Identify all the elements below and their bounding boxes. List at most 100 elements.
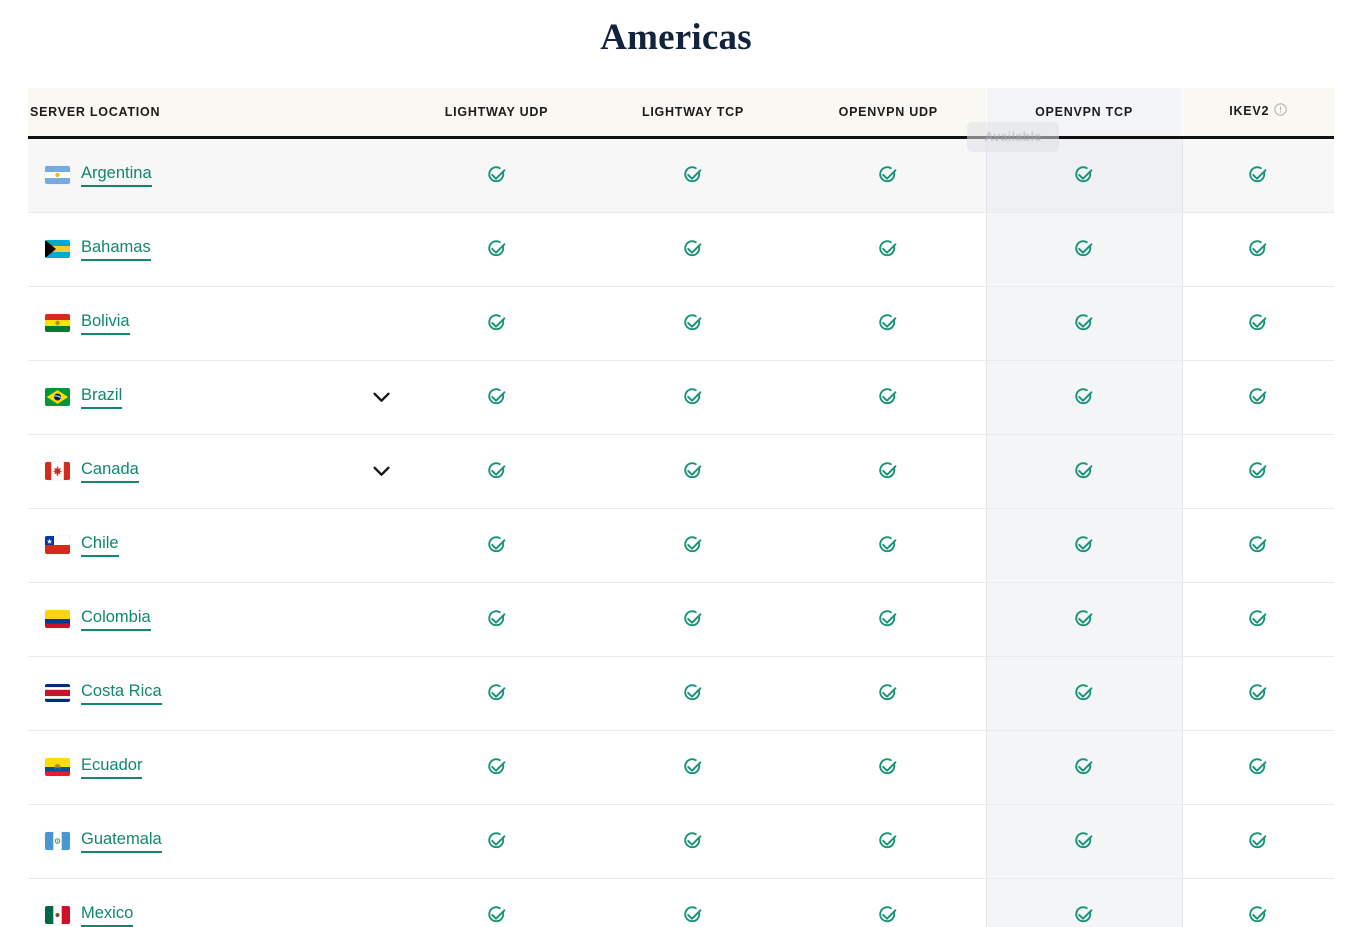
- check-circle-icon: [1248, 683, 1268, 703]
- cell-openvpn_tcp: [985, 434, 1183, 509]
- table-row[interactable]: Argentina: [28, 137, 1334, 213]
- check-circle-icon: [1074, 387, 1094, 407]
- country-link[interactable]: Argentina: [81, 164, 152, 187]
- table-row[interactable]: Canada: [28, 434, 1334, 509]
- flag-colombia: [45, 610, 70, 628]
- check-circle-icon: [878, 831, 898, 851]
- cell-ikev2: [1182, 508, 1334, 583]
- cell-lightway_udp: [398, 434, 595, 509]
- table-row[interactable]: Bahamas: [28, 212, 1334, 287]
- cell-openvpn_tcp: [985, 582, 1183, 657]
- column-header-label: OPENVPN UDP: [838, 104, 938, 119]
- expand-row-button[interactable]: [364, 454, 398, 488]
- column-header-lightway_udp[interactable]: LIGHTWAY UDP: [398, 88, 595, 139]
- check-circle-icon: [1248, 239, 1268, 259]
- cell-lightway_tcp: [595, 286, 791, 361]
- check-circle-icon: [878, 461, 898, 481]
- check-circle-icon: [1074, 239, 1094, 259]
- check-circle-icon: [487, 683, 507, 703]
- expand-spacer: [364, 602, 398, 636]
- check-circle-icon: [1074, 535, 1094, 555]
- cell-lightway_udp: [398, 582, 595, 657]
- column-header-ikev2[interactable]: IKEV2: [1182, 88, 1334, 139]
- check-circle-icon: [683, 239, 703, 259]
- country-link[interactable]: Mexico: [81, 904, 134, 927]
- check-circle-icon: [1248, 387, 1268, 407]
- check-circle-icon: [1074, 757, 1094, 777]
- check-circle-icon: [878, 683, 898, 703]
- flag-guatemala: [45, 832, 70, 850]
- table-row[interactable]: Guatemala: [28, 804, 1334, 879]
- check-circle-icon: [1074, 313, 1094, 333]
- table-row[interactable]: Bolivia: [28, 286, 1334, 361]
- column-header-lightway_tcp[interactable]: LIGHTWAY TCP: [595, 88, 791, 139]
- cell-openvpn_tcp: [985, 360, 1183, 435]
- check-circle-icon: [1074, 461, 1094, 481]
- flag-canada: [45, 462, 70, 480]
- check-circle-icon: [487, 461, 507, 481]
- expand-spacer: [364, 306, 398, 340]
- check-circle-icon: [683, 609, 703, 629]
- table-row[interactable]: Brazil: [28, 360, 1334, 435]
- cell-lightway_tcp: [595, 730, 791, 805]
- flag-mexico: [45, 906, 70, 924]
- cell-openvpn_tcp: [985, 804, 1183, 879]
- flag-ecuador: [45, 758, 70, 776]
- cell-lightway_udp: [398, 804, 595, 879]
- expand-row-button[interactable]: [364, 380, 398, 414]
- cell-openvpn_tcp: [985, 137, 1183, 213]
- column-header-location[interactable]: SERVER LOCATION: [28, 88, 398, 139]
- table-row[interactable]: Chile: [28, 508, 1334, 583]
- check-circle-icon: [487, 535, 507, 555]
- table-header: SERVER LOCATION LIGHTWAY UDP LIGHTWAY TCP O…: [28, 88, 1334, 139]
- country-link[interactable]: Canada: [81, 460, 139, 483]
- check-circle-icon: [1074, 831, 1094, 851]
- column-header-openvpn_tcp[interactable]: OPENVPN TCP: [986, 88, 1182, 139]
- table-row[interactable]: Ecuador: [28, 730, 1334, 805]
- check-circle-icon: [683, 831, 703, 851]
- cell-openvpn_tcp: [985, 212, 1183, 287]
- check-circle-icon: [487, 165, 507, 185]
- cell-server-location: Brazil: [28, 360, 398, 435]
- server-locations-page: Americas SERVER LOCATION LIGHTWAY UDP LIGH…: [0, 0, 1352, 927]
- cell-ikev2: [1182, 582, 1334, 657]
- cell-server-location: Bahamas: [28, 212, 398, 287]
- cell-ikev2: [1182, 137, 1334, 213]
- country-link[interactable]: Colombia: [81, 608, 151, 631]
- cell-lightway_tcp: [595, 582, 791, 657]
- expand-spacer: [364, 676, 398, 710]
- cell-lightway_tcp: [595, 656, 791, 731]
- cell-openvpn_udp: [791, 434, 986, 509]
- info-circle-icon[interactable]: [1274, 103, 1287, 119]
- country-link[interactable]: Costa Rica: [81, 682, 162, 705]
- check-circle-icon: [1074, 165, 1094, 185]
- table-row[interactable]: Colombia: [28, 582, 1334, 657]
- flag-chile: [45, 536, 70, 554]
- table-row[interactable]: Costa Rica: [28, 656, 1334, 731]
- protocol-table-container: SERVER LOCATION LIGHTWAY UDP LIGHTWAY TCP O…: [28, 88, 1334, 927]
- cell-openvpn_tcp: [985, 656, 1183, 731]
- expand-spacer: [364, 232, 398, 266]
- cell-openvpn_udp: [791, 360, 986, 435]
- country-link[interactable]: Guatemala: [81, 830, 162, 853]
- country-link[interactable]: Brazil: [81, 386, 123, 409]
- cell-openvpn_udp: [791, 656, 986, 731]
- cell-ikev2: [1182, 878, 1334, 927]
- chevron-down-icon: [372, 392, 390, 402]
- cell-lightway_tcp: [595, 360, 791, 435]
- country-link[interactable]: Bahamas: [81, 238, 151, 261]
- country-link[interactable]: Bolivia: [81, 312, 130, 335]
- cell-lightway_tcp: [595, 878, 791, 927]
- cell-lightway_tcp: [595, 434, 791, 509]
- cell-openvpn_udp: [791, 286, 986, 361]
- cell-openvpn_udp: [791, 508, 986, 583]
- table-body: Argentina Bahamas Bolivia Brazil Canada Chile…: [28, 137, 1334, 927]
- column-header-openvpn_udp[interactable]: OPENVPN UDP: [791, 88, 986, 139]
- cell-lightway_udp: [398, 286, 595, 361]
- cell-lightway_udp: [398, 360, 595, 435]
- check-circle-icon: [683, 165, 703, 185]
- table-row[interactable]: Mexico: [28, 878, 1334, 927]
- country-link[interactable]: Ecuador: [81, 756, 143, 779]
- check-circle-icon: [1248, 313, 1268, 333]
- country-link[interactable]: Chile: [81, 534, 119, 557]
